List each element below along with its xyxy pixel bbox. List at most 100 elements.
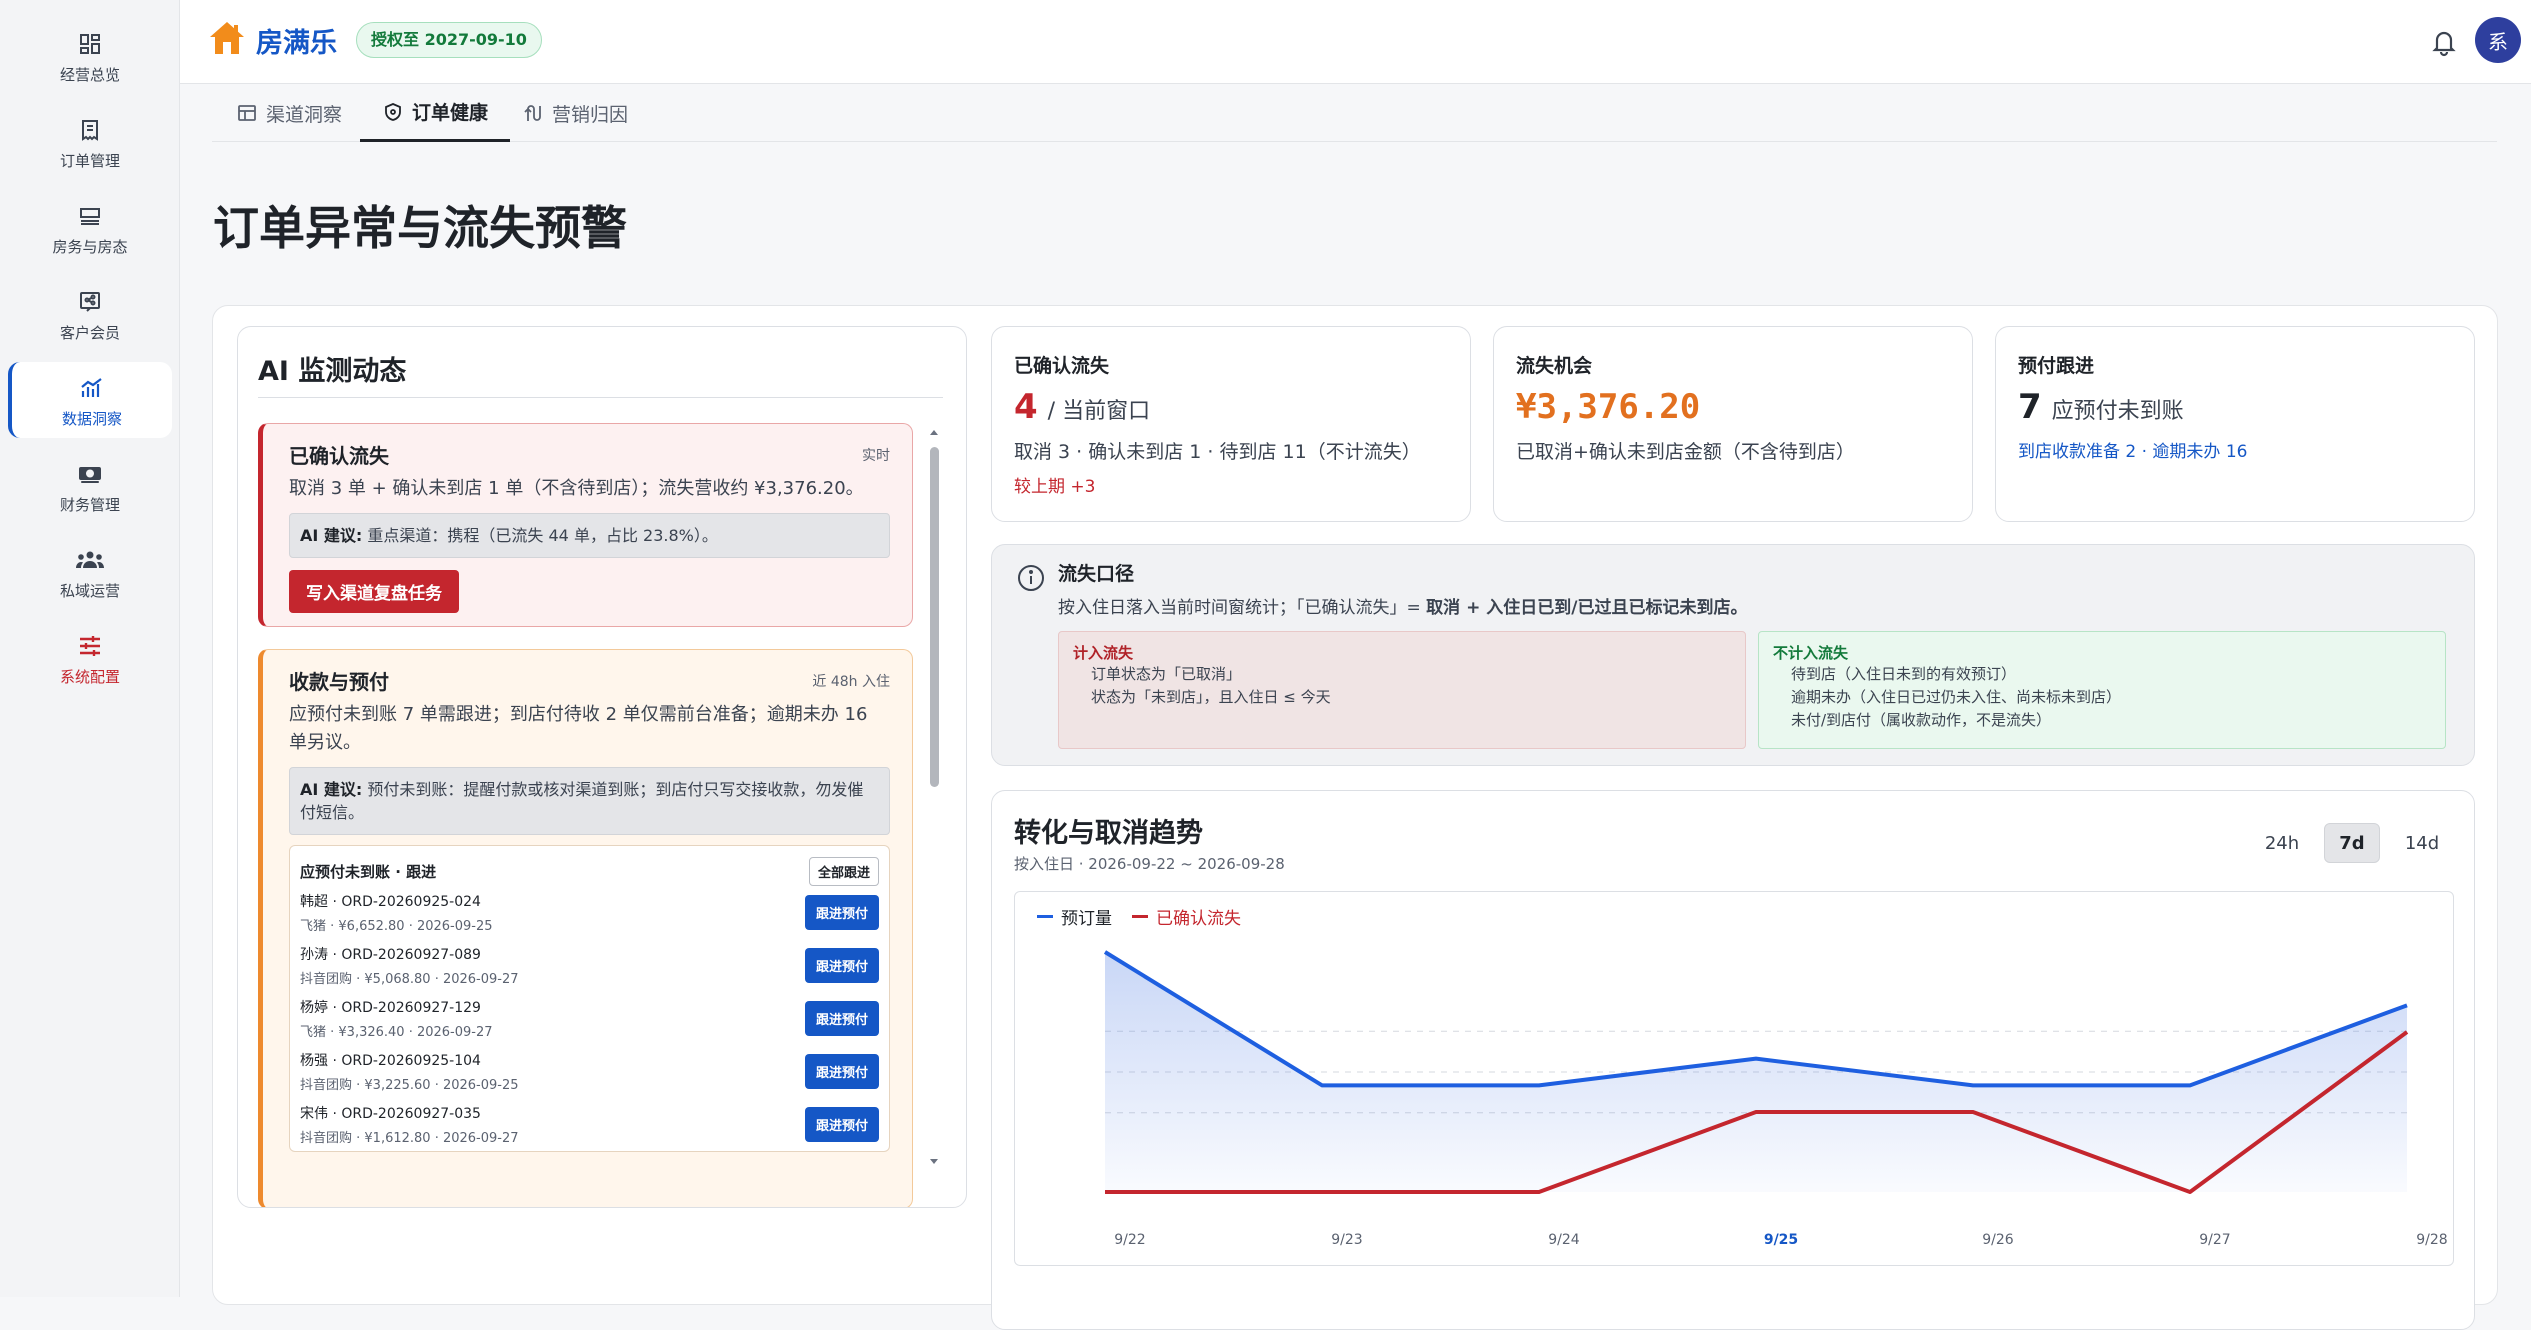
follow-prepay-button[interactable]: 跟进预付 [805,948,879,983]
order-name: 宋伟 · ORD-20260927-035 [300,1103,519,1123]
ai-suggestion-label: AI 建议: [300,780,362,799]
follow-prepay-button[interactable]: 跟进预付 [805,1107,879,1142]
ai-suggestion: AI 建议: 预付未到账：提醒付款或核对渠道到账；到店付只写交接收款，勿发催付短… [289,767,890,835]
ai-suggestion-text: 预付未到账：提醒付款或核对渠道到账；到店付只写交接收款，勿发催付短信。 [300,780,863,822]
sidebar-item-settings[interactable]: 系统配置 [8,620,172,696]
alert-body: 应预付未到账 7 单需跟进；到店付待收 2 单仅需前台准备；逾期未办 16 单另… [289,701,890,757]
tab-label: 营销归因 [552,100,628,127]
scroll-up-icon [928,427,940,439]
cash-icon [74,458,106,490]
kpi-loss-opportunity: 流失机会 ¥3,376.20 已取消+确认未到店金额（不含待到店） [1493,326,1973,522]
avatar[interactable]: 系 [2475,17,2521,63]
kpi-value: 7 [2018,387,2042,427]
rule-line: 待到店（入住日未到的有效预订） [1791,663,2431,686]
x-tick-label: 9/24 [1548,1232,1580,1248]
range-14d-button[interactable]: 14d [2394,823,2450,863]
room-icon [74,200,106,232]
follow-prepay-button[interactable]: 跟进预付 [805,1054,879,1089]
info-title: 流失口径 [1058,559,1134,586]
chart-legend: 预订量 已确认流失 [1037,904,1261,929]
x-tick-label: 9/22 [1114,1232,1145,1248]
range-7d-button[interactable]: 7d [2324,823,2380,863]
sidebar-item-finance[interactable]: 财务管理 [8,448,172,524]
ai-suggestion-label: AI 建议: [300,526,362,545]
range-24h-button[interactable]: 24h [2254,823,2310,863]
kpi-label: 预付跟进 [2018,351,2094,378]
tab-marketing-attribution[interactable]: 营销归因 [522,84,628,142]
order-meta: 抖音团购 · ¥3,225.60 · 2026-09-25 [300,1074,519,1093]
kpi-confirmed-loss: 已确认流失 4 / 当前窗口 取消 3 · 确认未到店 1 · 待到店 11（不… [991,326,1471,522]
sidebar-item-community[interactable]: 私域运营 [8,534,172,610]
main-panel: AI 监测动态 已确认流失 实时 取消 3 单 + 确认未到店 1 单（不含待到… [212,305,2498,1305]
scroll-down-icon [928,1155,940,1167]
kpi-label: 已确认流失 [1014,351,1109,378]
tab-bar: 渠道洞察 订单健康 营销归因 [212,84,2497,142]
sidebar-item-members[interactable]: 客户会员 [8,276,172,352]
brand[interactable]: 房满乐 [208,20,337,60]
route-icon [522,102,544,124]
follow-prepay-button[interactable]: 跟进预付 [805,1001,879,1036]
kpi-value: ¥3,376.20 [1516,387,1700,427]
follow-all-button[interactable]: 全部跟进 [809,857,879,886]
kpi-link[interactable]: 到店收款准备 2 · 逾期未办 16 [2018,437,2247,462]
order-meta: 飞猪 · ¥6,652.80 · 2026-09-25 [300,915,493,934]
kpi-value: 4 [1014,387,1038,427]
rule-line: 未付/到店付（属收款动作，不是流失） [1791,709,2431,732]
sidebar-item-label: 订单管理 [60,150,120,171]
follow-prepay-button[interactable]: 跟进预付 [805,895,879,930]
legend-item: 预订量 [1037,904,1112,929]
tab-channel-insights[interactable]: 渠道洞察 [236,84,342,142]
alert-tag: 实时 [862,445,890,465]
sidebar-item-rooms[interactable]: 房务与房态 [8,190,172,266]
sidebar: 经营总览 订单管理 房务与房态 客户会员 数据洞察 财务管理 私域运营 [0,0,180,1297]
info-icon [1016,563,1046,593]
kpi-prepay-followup: 预付跟进 7 应预付未到账 到店收款准备 2 · 逾期未办 16 [1995,326,2475,522]
sub-title: 不计入流失 [1773,642,2431,663]
chart-svg: 9/229/239/249/259/269/279/28 [1015,892,2455,1267]
ai-suggestion: AI 建议: 重点渠道：携程（已流失 44 单，占比 23.8%）。 [289,513,890,558]
store-icon [236,102,258,124]
shield-icon [382,101,404,123]
kpi-label: 流失机会 [1516,351,1592,378]
order-meta: 飞猪 · ¥3,326.40 · 2026-09-27 [300,1021,493,1040]
order-icon [74,114,106,146]
tab-label: 订单健康 [412,98,488,125]
sidebar-item-overview[interactable]: 经营总览 [8,18,172,94]
scrollbar-thumb[interactable] [930,447,939,787]
chart-icon [76,372,108,404]
legend-label: 预订量 [1061,904,1112,929]
ai-monitor-panel: AI 监测动态 已确认流失 实时 取消 3 单 + 确认未到店 1 单（不含待到… [237,326,967,1208]
dashboard-icon [74,28,106,60]
order-meta: 抖音团购 · ¥5,068.80 · 2026-09-27 [300,968,519,987]
member-icon [74,286,106,318]
order-name: 韩超 · ORD-20260925-024 [300,891,493,911]
rule-line: 状态为「未到店」，且入住日 ≤ 今天 [1091,686,1731,709]
brand-name: 房满乐 [256,21,337,60]
alert-body: 取消 3 单 + 确认未到店 1 单（不含待到店）；流失营收约 ¥3,376.2… [289,475,890,503]
ai-suggestion-text: 重点渠道：携程（已流失 44 单，占比 23.8%）。 [367,526,717,545]
info-description: 按入住日落入当前时间窗统计；「已确认流失」= 取消 + 入住日已到/已过且已标记… [1058,593,1747,618]
legend-swatch [1037,915,1053,918]
bell-icon[interactable] [2426,24,2462,60]
sidebar-item-insights[interactable]: 数据洞察 [8,362,172,438]
sidebar-item-label: 私域运营 [60,580,120,601]
list-item: 杨婷 · ORD-20260927-129飞猪 · ¥3,326.40 · 20… [300,992,879,1045]
list-item: 杨强 · ORD-20260925-104抖音团购 · ¥3,225.60 · … [300,1045,879,1098]
license-badge: 授权至 2027-09-10 [356,22,542,58]
order-meta: 抖音团购 · ¥1,612.80 · 2026-09-27 [300,1127,519,1146]
write-review-task-button[interactable]: 写入渠道复盘任务 [289,570,459,613]
tab-order-health[interactable]: 订单健康 [360,84,510,142]
trend-title: 转化与取消趋势 [1014,811,1203,850]
scrollbar[interactable] [928,427,940,1167]
sidebar-item-label: 房务与房态 [52,236,127,257]
legend-label: 已确认流失 [1156,904,1241,929]
kpi-subtext: 已取消+确认未到店金额（不含待到店） [1516,437,1855,464]
loss-definition-panel: 流失口径 按入住日落入当前时间窗统计；「已确认流失」= 取消 + 入住日已到/已… [991,544,2475,766]
sidebar-item-orders[interactable]: 订单管理 [8,104,172,180]
alert-payment-prepay: 收款与预付 近 48h 入住 应预付未到账 7 单需跟进；到店付待收 2 单仅需… [258,649,913,1208]
alert-title: 已确认流失 [289,440,389,469]
sidebar-item-label: 数据洞察 [62,408,122,429]
sidebar-item-label: 财务管理 [60,494,120,515]
settings-icon [74,630,106,662]
not-counted-box: 不计入流失 待到店（入住日未到的有效预订） 逾期未办（入住日已过仍未入住、尚未标… [1758,631,2446,749]
